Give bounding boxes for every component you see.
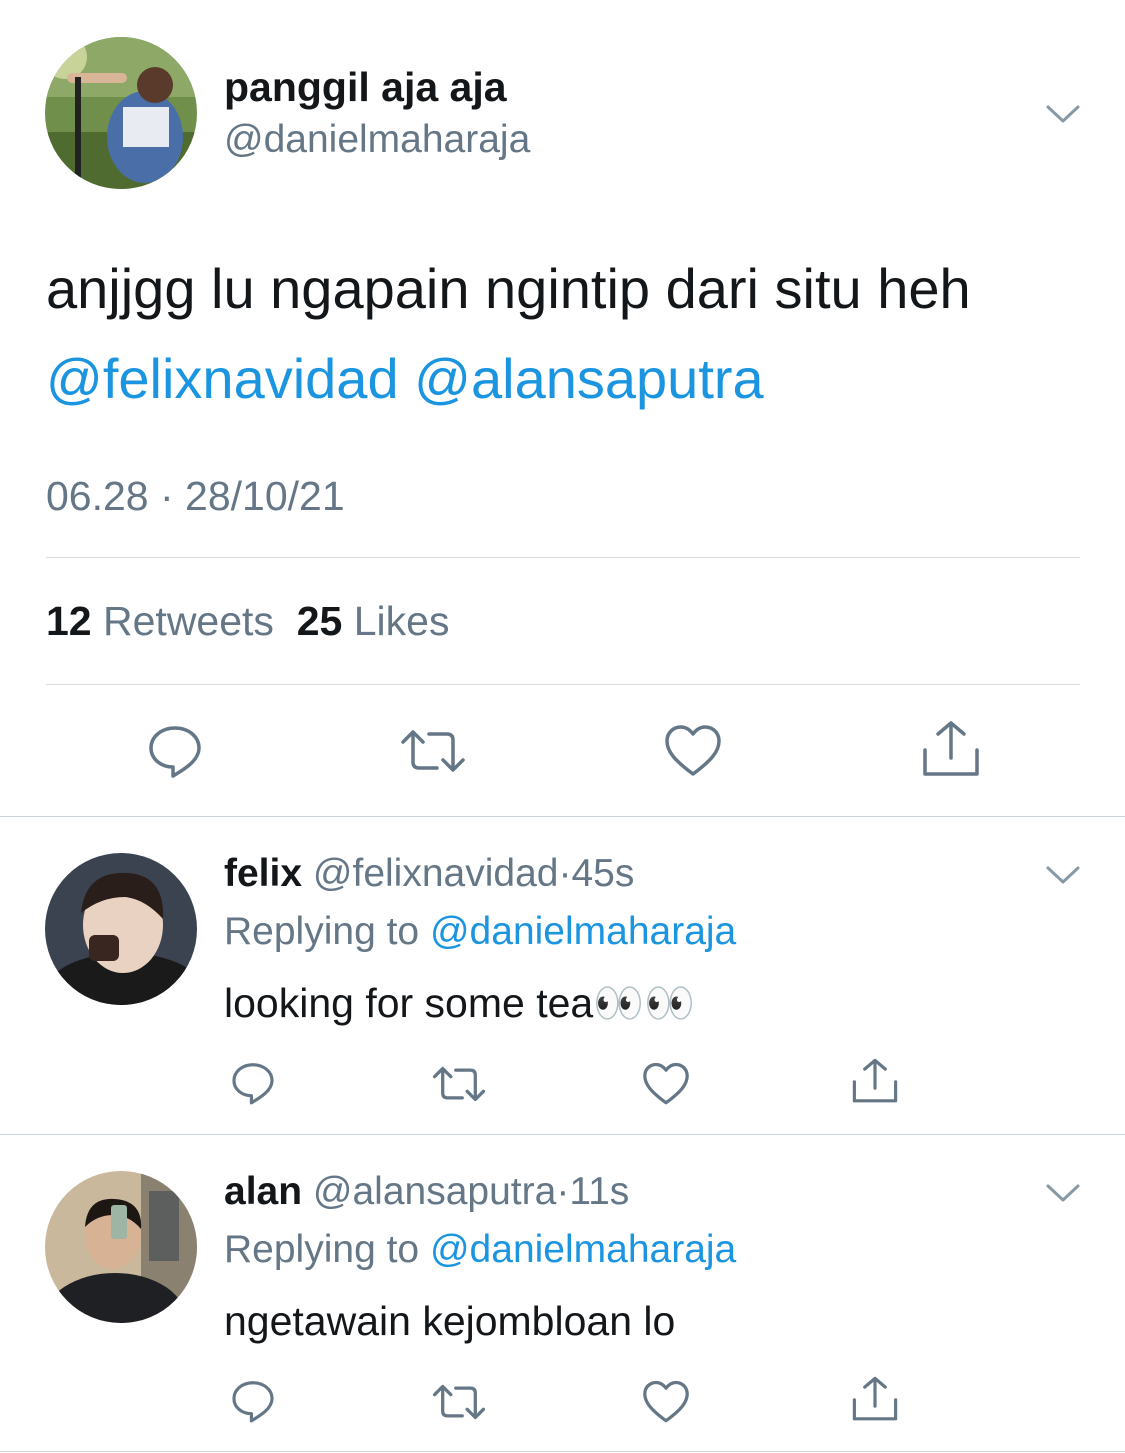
tweet-thread-page: panggil aja aja @danielmaharaja anjjgg l…	[0, 0, 1125, 1453]
replying-to-mention[interactable]: @danielmaharaja	[430, 910, 736, 953]
retweet-arrows-icon[interactable]	[401, 724, 465, 778]
retweet-arrows-icon[interactable]	[432, 1380, 486, 1424]
like-heart-icon[interactable]	[664, 724, 722, 778]
chevron-down-icon[interactable]	[1043, 99, 1083, 127]
felix-header: felix @felixnavidad·45s	[224, 852, 634, 896]
alan-reply-text: ngetawain kejombloan lo	[224, 1298, 676, 1344]
main-tweet-handle[interactable]: @danielmaharaja	[224, 118, 530, 162]
mention-link-felix[interactable]: @felixnavidad	[46, 347, 399, 410]
alan-display-name[interactable]: alan	[224, 1170, 302, 1213]
divider	[46, 684, 1080, 685]
divider	[0, 816, 1125, 817]
retweet-count[interactable]: 12	[46, 598, 92, 644]
divider	[0, 1451, 1125, 1452]
like-count[interactable]: 25	[297, 598, 343, 644]
reply-speech-bubble-icon[interactable]	[229, 1060, 277, 1106]
share-upload-icon[interactable]	[850, 1058, 900, 1104]
chevron-down-icon[interactable]	[1043, 860, 1083, 888]
main-tweet-body: anjjgg lu ngapain ngintip dari situ heh	[46, 257, 971, 320]
reply-speech-bubble-icon[interactable]	[146, 722, 204, 780]
reply-speech-bubble-icon[interactable]	[229, 1378, 277, 1424]
alan-handle[interactable]: @alansaputra	[313, 1170, 556, 1213]
like-heart-icon[interactable]	[642, 1062, 690, 1106]
main-tweet-display-name[interactable]: panggil aja aja	[224, 64, 507, 111]
alan-header: alan @alansaputra·11s	[224, 1170, 629, 1214]
divider	[46, 557, 1080, 558]
tweet-timestamp[interactable]: 06.28 · 28/10/21	[46, 473, 345, 520]
replying-to-mention[interactable]: @danielmaharaja	[430, 1228, 736, 1271]
meta-separator: ·	[558, 852, 572, 895]
alan-avatar[interactable]	[45, 1171, 197, 1323]
alan-time: 11s	[569, 1170, 630, 1213]
main-tweet-avatar[interactable]	[45, 37, 197, 189]
alan-replying-to: Replying to @danielmaharaja	[224, 1228, 736, 1272]
share-upload-icon[interactable]	[850, 1376, 900, 1422]
felix-handle[interactable]: @felixnavidad	[313, 852, 559, 895]
felix-replying-to: Replying to @danielmaharaja	[224, 910, 736, 954]
felix-display-name[interactable]: felix	[224, 852, 302, 895]
share-upload-icon[interactable]	[920, 720, 982, 778]
like-heart-icon[interactable]	[642, 1380, 690, 1424]
meta-separator: ·	[556, 1170, 570, 1213]
chevron-down-icon[interactable]	[1043, 1178, 1083, 1206]
replying-label: Replying to	[224, 910, 420, 953]
retweet-arrows-icon[interactable]	[432, 1062, 486, 1106]
felix-avatar[interactable]	[45, 853, 197, 1005]
divider	[0, 1134, 1125, 1135]
replying-label: Replying to	[224, 1228, 420, 1271]
felix-time: 45s	[571, 852, 635, 895]
like-label[interactable]: Likes	[354, 598, 450, 644]
retweet-label[interactable]: Retweets	[103, 598, 274, 644]
main-tweet-text: anjjgg lu ngapain ngintip dari situ heh …	[46, 244, 1086, 424]
felix-reply-text: looking for some tea👀👀	[224, 980, 696, 1026]
tweet-stats: 12 Retweets 25 Likes	[46, 598, 449, 645]
mention-link-alan[interactable]: @alansaputra	[414, 347, 764, 410]
